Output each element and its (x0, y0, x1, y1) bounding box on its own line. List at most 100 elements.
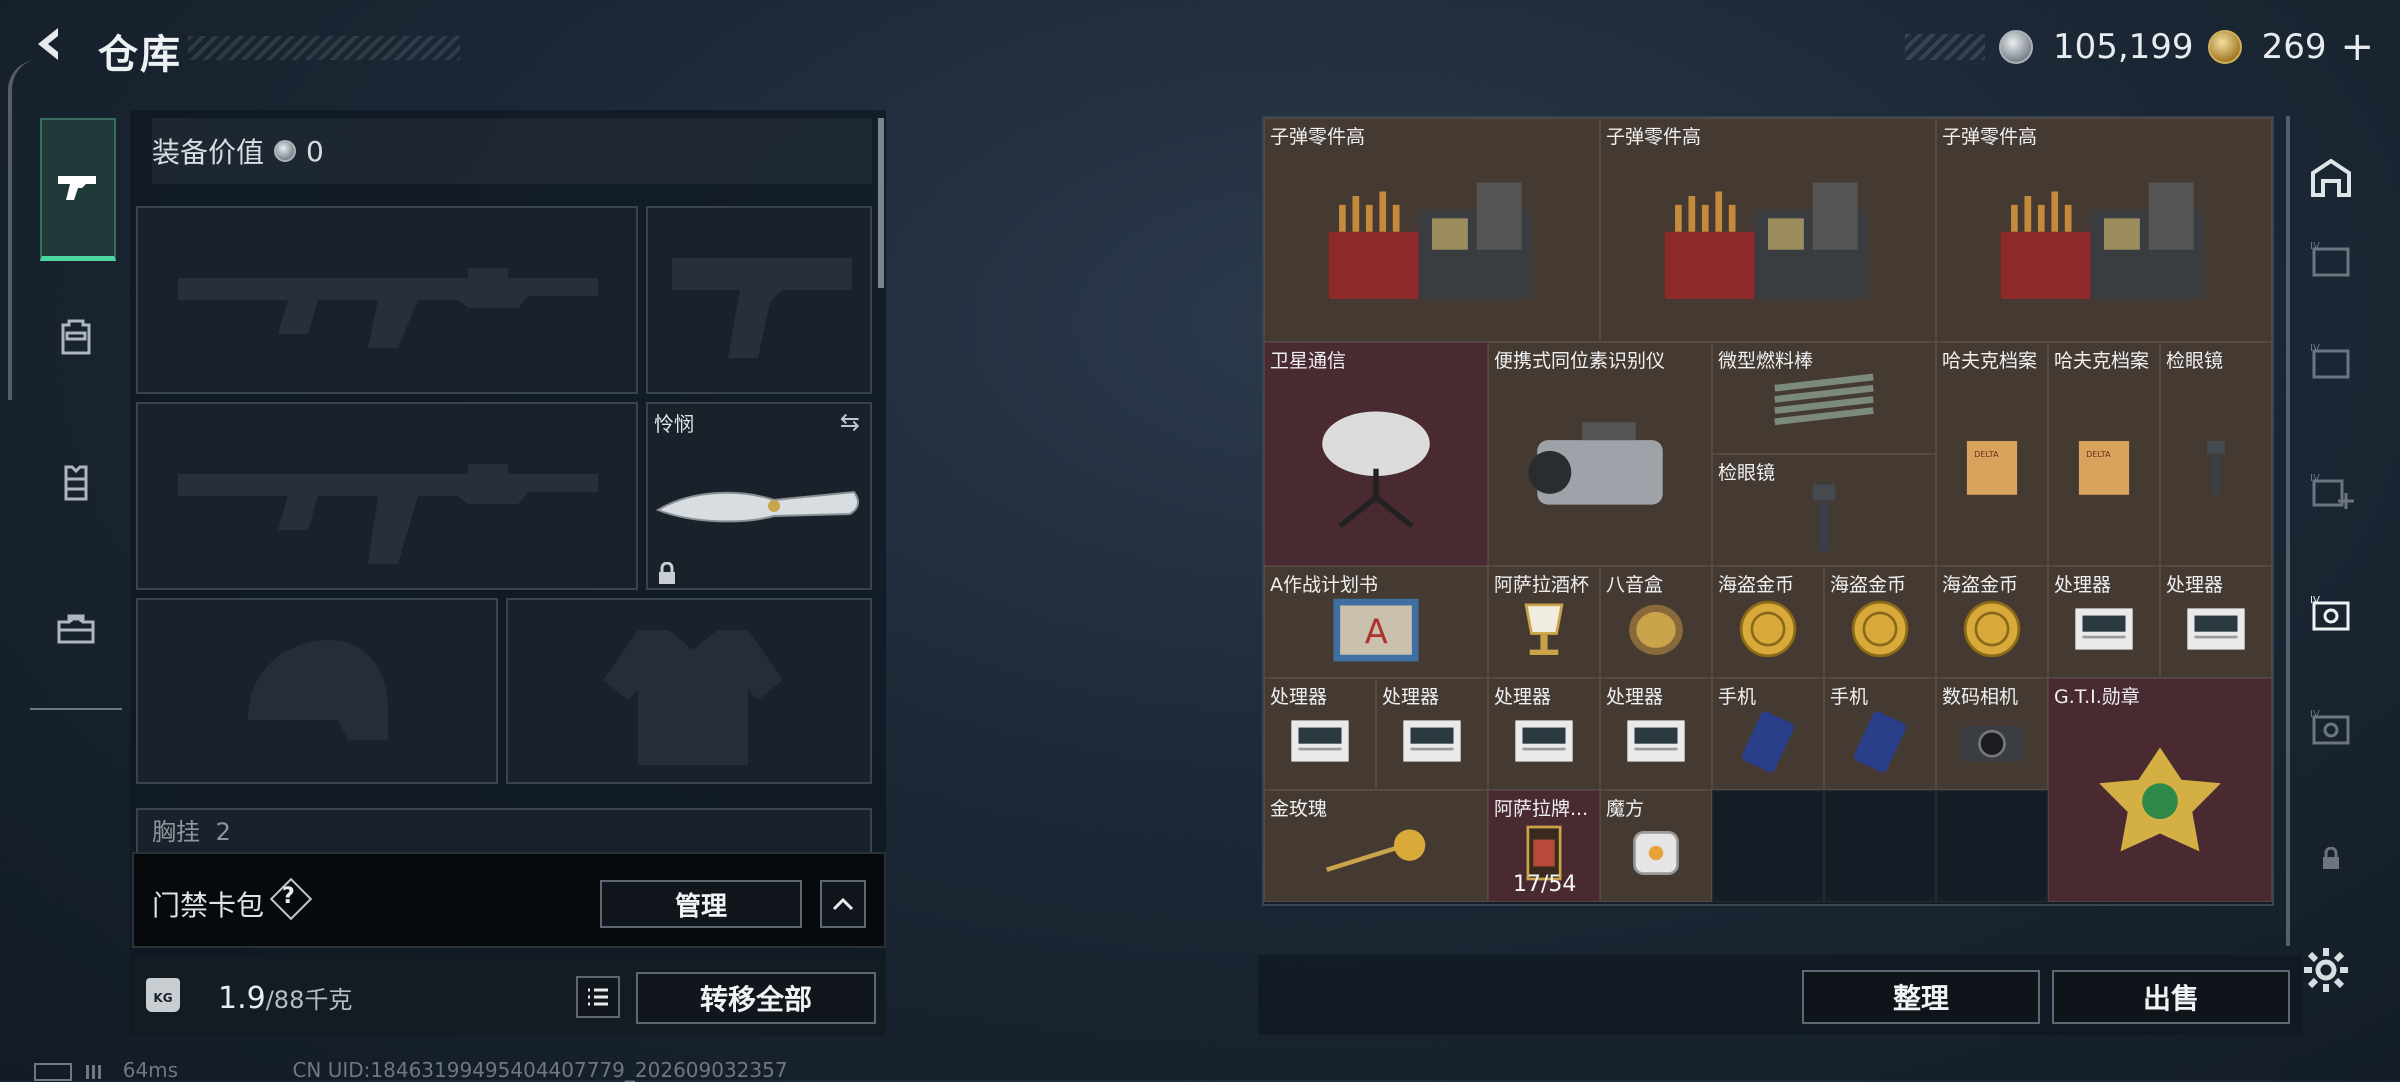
sort-button[interactable]: 整理 (1802, 970, 2040, 1024)
gold-coin-icon (1963, 600, 2021, 657)
category-weapons[interactable] (40, 118, 116, 261)
warehouse-icon (2311, 158, 2351, 197)
item-count: 17/54 (1513, 872, 1577, 897)
ping-readout: 64ms (122, 1058, 179, 1082)
sell-button[interactable]: 出售 (2052, 970, 2290, 1024)
page-title: 仓库 (98, 32, 182, 78)
storage-tab-iv-special[interactable]: IV (2300, 582, 2362, 644)
medal-icon (2099, 747, 2221, 852)
storage-tab-iv-2[interactable]: IV (2300, 330, 2362, 392)
equipment-scrollbar[interactable] (878, 118, 884, 288)
storage-item[interactable]: 处理器 (1488, 678, 1600, 790)
add-currency-button[interactable]: + (2340, 24, 2374, 70)
add-box-icon: IV (2310, 473, 2354, 509)
silver-amount: 105,199 (2052, 27, 2194, 67)
sidearm-slot[interactable] (646, 206, 872, 394)
svg-text:IV: IV (2310, 241, 2320, 252)
storage-item[interactable]: 子弹零件高 (1936, 118, 2272, 342)
storage-item[interactable]: 阿萨拉酒杯 (1488, 566, 1600, 678)
storage-item[interactable]: 八音盒 (1600, 566, 1712, 678)
storage-item[interactable]: 子弹零件高 (1600, 118, 1936, 342)
storage-item[interactable]: 便携式同位素识别仪 (1488, 342, 1712, 566)
svg-text:IV: IV (2310, 709, 2320, 720)
swap-icon[interactable]: ⇆ (840, 408, 860, 436)
extension-box-icon: IV (2310, 241, 2350, 277)
storage-tab-all[interactable] (2300, 146, 2362, 208)
processor-icon (2075, 607, 2133, 650)
storage-item[interactable]: 海盗金币 (1712, 566, 1824, 678)
storage-cell[interactable] (1712, 790, 1824, 902)
storage-tab-iv-1[interactable]: IV (2300, 228, 2362, 290)
storage-item[interactable]: 海盗金币 (1936, 566, 2048, 678)
storage-item[interactable]: 卫星通信 (1264, 342, 1488, 566)
storage-item[interactable]: 金玫瑰 (1264, 790, 1488, 902)
category-backpack[interactable] (40, 268, 112, 404)
item-name: 哈夫克档案 (2054, 350, 2150, 372)
item-name: 哈夫克档案 (1942, 350, 2038, 372)
settings-gear-icon[interactable] (2302, 946, 2358, 1002)
storage-item[interactable]: 处理器 (1376, 678, 1488, 790)
secondary-weapon-slot[interactable] (136, 402, 638, 590)
storage-item[interactable]: 处理器 (2160, 566, 2272, 678)
keycard-pack-label: 门禁卡包 (152, 889, 265, 922)
satellite-dish-icon (1322, 411, 1430, 529)
cube-icon (1633, 830, 1679, 875)
svg-text:DELTA: DELTA (2086, 450, 2111, 459)
vest-icon (64, 465, 88, 501)
storage-item[interactable]: 阿萨拉牌... 17/54 (1488, 790, 1600, 902)
locked-tab[interactable] (2300, 828, 2362, 890)
storage-item[interactable]: 魔方 (1600, 790, 1712, 902)
storage-item[interactable]: 海盗金币 (1824, 566, 1936, 678)
chest-rig-slot[interactable] (136, 808, 872, 854)
category-case[interactable] (40, 560, 112, 696)
goblet-icon (1524, 603, 1564, 655)
status-line: 64ms CN UID:18463199495404407779_2026090… (34, 1058, 788, 1082)
music-box-icon (1629, 604, 1683, 655)
storage-item[interactable]: 检眼镜 (1712, 454, 1936, 566)
helmet-silhouette-icon (248, 640, 388, 740)
armor-slot[interactable] (506, 598, 872, 784)
fuel-rods-icon (1774, 373, 1874, 425)
storage-item[interactable]: 手机 (1712, 678, 1824, 790)
storage-item[interactable]: G.T.I.勋章 (2048, 678, 2272, 902)
backpack-icon (61, 319, 91, 355)
ammo-parts-icon (1664, 182, 1867, 300)
storage-item[interactable]: 检眼镜 (2160, 342, 2272, 566)
storage-item[interactable]: 处理器 (1600, 678, 1712, 790)
storage-tab-iv-add[interactable]: IV (2300, 460, 2362, 522)
storage-item[interactable]: 哈夫克档案 DELTA (2048, 342, 2160, 566)
gold-coin-icon (2207, 30, 2242, 64)
ophthalmoscope-icon (2207, 441, 2225, 496)
primary-weapon-slot[interactable] (136, 206, 638, 394)
svg-text:IV: IV (2310, 595, 2320, 606)
collapse-button[interactable] (820, 880, 866, 928)
storage-item[interactable]: 处理器 (1264, 678, 1376, 790)
briefcase-icon (57, 614, 95, 644)
list-view-button[interactable] (576, 976, 620, 1018)
currency-decoration (1904, 34, 1985, 60)
processor-icon (1291, 719, 1349, 762)
melee-slot[interactable]: 怜悯 ⇆ (646, 402, 872, 590)
storage-item[interactable]: 处理器 (2048, 566, 2160, 678)
item-name: 子弹零件高 (1606, 126, 1702, 148)
storage-item[interactable]: 手机 (1824, 678, 1936, 790)
gold-coin-icon (1851, 600, 1909, 657)
svg-text:DELTA: DELTA (1974, 450, 1999, 459)
storage-item[interactable]: 子弹零件高 (1264, 118, 1600, 342)
file-folder-icon: DELTA (1966, 441, 2018, 496)
processor-icon (2187, 607, 2245, 650)
storage-item[interactable]: 微型燃料棒 (1712, 342, 1936, 454)
rifle-silhouette-icon (178, 268, 598, 348)
storage-item[interactable]: 哈夫克档案 DELTA (1936, 342, 2048, 566)
back-arrow-icon[interactable] (28, 22, 78, 74)
transfer-all-button[interactable]: 转移全部 (636, 972, 876, 1024)
helmet-slot[interactable] (136, 598, 498, 784)
storage-cell[interactable] (1936, 790, 2048, 902)
storage-item[interactable]: A作战计划书 A (1264, 566, 1488, 678)
manage-button[interactable]: 管理 (600, 880, 802, 928)
ammo-parts-icon (1328, 182, 1531, 300)
storage-tab-iv-3[interactable]: IV (2300, 696, 2362, 758)
storage-item[interactable]: 数码相机 (1936, 678, 2048, 790)
category-vest[interactable] (40, 414, 112, 550)
storage-cell[interactable] (1824, 790, 1936, 902)
